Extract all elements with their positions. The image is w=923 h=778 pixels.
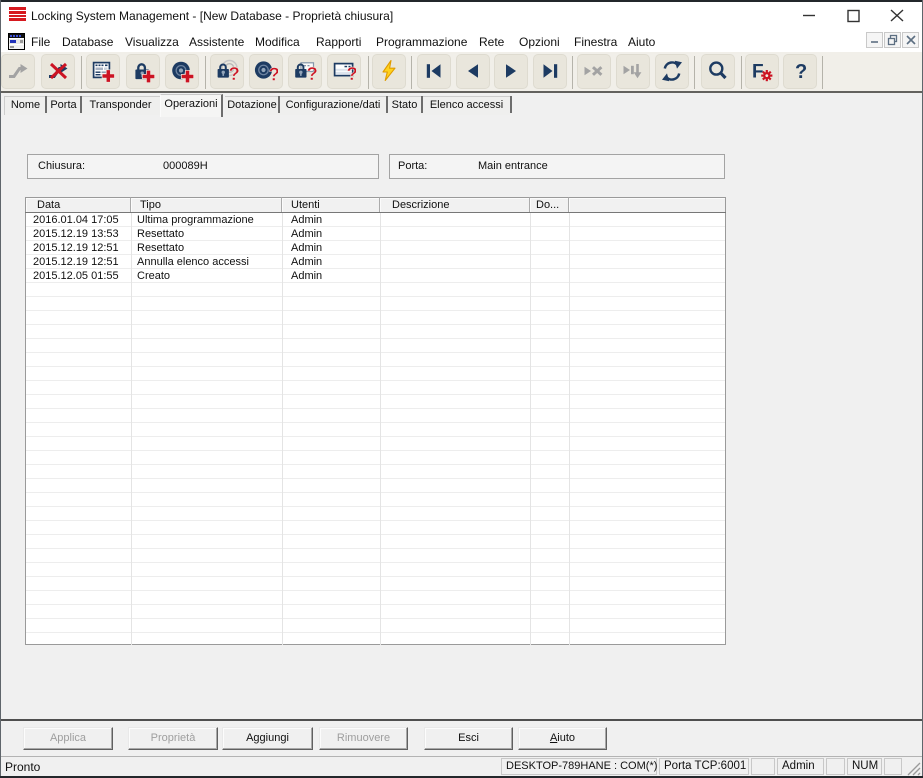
svg-text:?: ? xyxy=(269,64,279,84)
svg-text:?: ? xyxy=(795,61,807,83)
svg-text:?: ? xyxy=(307,63,318,83)
svg-text:F: F xyxy=(752,62,764,83)
svg-text:?: ? xyxy=(229,63,240,83)
svg-text:?: ? xyxy=(347,63,357,83)
